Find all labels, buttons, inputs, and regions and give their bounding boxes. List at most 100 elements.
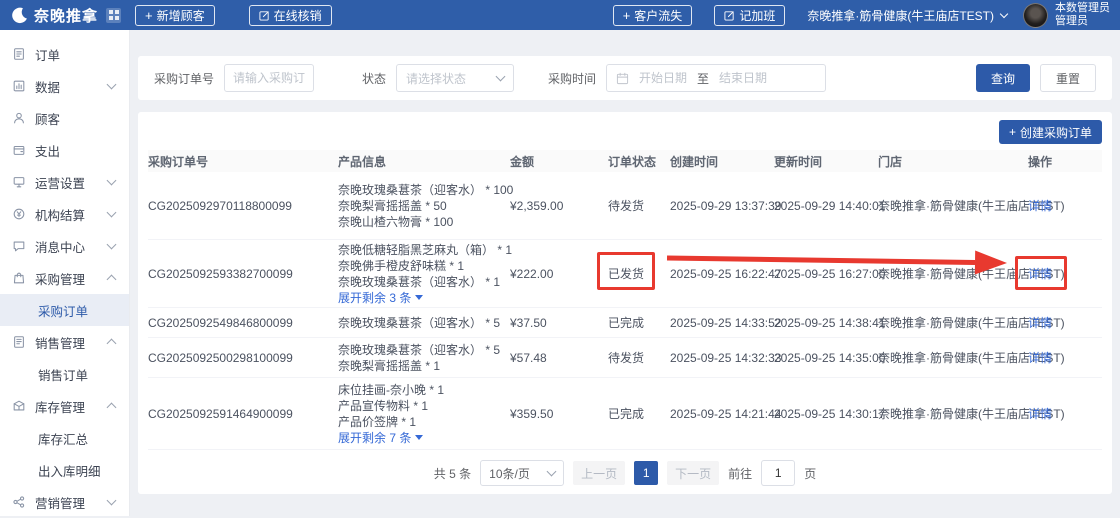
sidebar-subitem-label: 采购订单 <box>38 304 89 319</box>
log-overtime-button[interactable]: 记加班 <box>714 4 786 26</box>
order-no-cell: CG2025092591464900099 <box>148 406 293 421</box>
table-row: CG2025092500298100099 奈晚玫瑰桑葚茶（迎客水） * 5 奈… <box>148 338 1102 378</box>
detail-link[interactable]: 详情 <box>1028 316 1052 330</box>
chevron-down-icon <box>546 466 557 477</box>
search-button[interactable]: 查询 <box>975 64 1030 92</box>
amount-cell: ¥222.00 <box>510 266 554 281</box>
detail-link[interactable]: 详情 <box>1028 267 1052 281</box>
sidebar-item-messages[interactable]: 消息中心 <box>0 230 129 262</box>
sidebar-item-customers[interactable]: 顾客 <box>0 102 129 134</box>
purchase-time-range[interactable]: 至 <box>606 64 827 92</box>
end-date-input[interactable] <box>713 71 774 85</box>
order-status: 已完成 <box>608 316 645 330</box>
sidebar-item-expenses[interactable]: 支出 <box>0 134 129 166</box>
sidebar-item-operations-settings[interactable]: 运营设置 <box>0 166 129 198</box>
sidebar-item-label: 数据 <box>35 80 61 95</box>
person-icon <box>14 112 24 124</box>
created-time-cell: 2025-09-25 16:22:47 <box>670 266 782 281</box>
chevron-down-icon <box>106 79 117 90</box>
customer-churn-label: 客户流失 <box>634 8 683 23</box>
moon-logo-icon <box>12 7 27 23</box>
purchase-time-label: 采购时间 <box>548 71 597 86</box>
product-line: 奈晚玫瑰桑葚茶（迎客水） * 5 <box>338 342 501 357</box>
sidebar-item-data[interactable]: 数据 <box>0 70 129 102</box>
amount-cell: ¥37.50 <box>510 315 547 330</box>
chevron-down-icon <box>495 71 506 82</box>
wallet-icon <box>13 145 25 155</box>
chevron-up-icon <box>106 402 117 413</box>
topbar-right: + 客户流失 记加班 奈晚推拿·筋骨健康(牛王庙店TEST) 本数管理员 管理员 <box>612 2 1110 28</box>
goto-label: 前往 <box>728 466 753 481</box>
sidebar-item-orders[interactable]: 订单 <box>0 38 129 70</box>
sidebar-subitem-inventory-summary[interactable]: 库存汇总 <box>0 422 129 454</box>
sidebar-item-settlement[interactable]: 机构结算 <box>0 198 129 230</box>
yuan-coin-icon <box>13 208 25 220</box>
store-cell: 奈晚推拿·筋骨健康(牛王庙店TEST) <box>878 267 1065 281</box>
calendar-icon <box>616 72 629 84</box>
sidebar-subitem-sales-orders[interactable]: 销售订单 <box>0 358 129 390</box>
order-status: 待发货 <box>608 199 645 213</box>
amount-cell: ¥359.50 <box>510 406 554 421</box>
goto-page-input[interactable] <box>761 460 796 486</box>
create-purchase-order-label: 创建采购订单 <box>1019 125 1092 140</box>
detail-link[interactable]: 详情 <box>1028 351 1052 365</box>
order-no-input[interactable] <box>224 64 315 92</box>
created-time-cell: 2025-09-25 14:21:44 <box>670 406 782 421</box>
chevron-down-icon <box>106 175 117 186</box>
new-customer-label: 新增顾客 <box>156 8 205 23</box>
sidebar-item-inventory-management[interactable]: 库存管理 <box>0 390 129 422</box>
product-line: 奈晚玫瑰桑葚茶（迎客水） * 1 <box>338 274 501 289</box>
chevron-down-icon <box>106 239 117 250</box>
sidebar-item-label: 销售管理 <box>35 336 86 351</box>
store-selector[interactable]: 奈晚推拿·筋骨健康(牛王庙店TEST) <box>807 7 1009 24</box>
prev-page-button[interactable]: 上一页 <box>573 461 626 485</box>
online-verify-button[interactable]: 在线核销 <box>248 4 332 26</box>
store-cell: 奈晚推拿·筋骨健康(牛王庙店TEST) <box>878 199 1065 213</box>
page-number-button[interactable]: 1 <box>634 461 659 485</box>
sidebar-item-purchase-management[interactable]: 采购管理 <box>0 262 129 294</box>
product-line: 奈晚山楂六物膏 * 100 <box>338 214 454 229</box>
new-customer-button[interactable]: + 新增顾客 <box>135 4 215 26</box>
created-time-cell: 2025-09-25 14:32:33 <box>670 350 782 365</box>
col-header-store: 门店 <box>878 154 903 169</box>
chat-bubble-icon <box>13 241 25 252</box>
table-row: CG2025092591464900099 床位挂画-奈小晚 * 1 产品宣传物… <box>148 378 1102 450</box>
user-info: 本数管理员 管理员 <box>1055 2 1110 28</box>
expand-remaining-link[interactable]: 展开剩余 7 条 <box>338 430 502 446</box>
product-info-cell: 奈晚玫瑰桑葚茶（迎客水） * 5 奈晚梨膏摇摇盖 * 1 <box>338 342 510 374</box>
status-select-placeholder: 请选择状态 <box>406 71 467 86</box>
status-select[interactable]: 请选择状态 <box>396 64 515 92</box>
sidebar-item-label: 库存管理 <box>35 400 86 415</box>
amount-cell: ¥57.48 <box>510 350 547 365</box>
goto-suffix-label: 页 <box>804 466 817 481</box>
product-info-cell: 奈晚低糖轻脂黑芝麻丸（箱） * 1 奈晚佛手橙皮舒味糕 * 1 奈晚玫瑰桑葚茶（… <box>338 242 512 306</box>
start-date-input[interactable] <box>633 71 694 85</box>
order-no-cell: CG2025092970118800099 <box>148 198 292 213</box>
order-no-label: 采购订单号 <box>154 71 215 86</box>
sidebar-item-sales-management[interactable]: 销售管理 <box>0 326 129 358</box>
expand-remaining-link[interactable]: 展开剩余 3 条 <box>338 290 502 306</box>
sidebar-item-label: 支出 <box>35 144 61 159</box>
reset-button[interactable]: 重置 <box>1039 64 1096 92</box>
sidebar-item-marketing-management[interactable]: 营销管理 <box>0 486 129 518</box>
order-no-cell: CG2025092593382700099 <box>148 266 293 281</box>
detail-link[interactable]: 详情 <box>1028 407 1052 421</box>
detail-link[interactable]: 详情 <box>1028 199 1052 213</box>
chevron-down-icon <box>106 207 117 218</box>
plus-icon: + <box>1008 125 1016 139</box>
col-header-actions: 操作 <box>1028 154 1053 169</box>
col-header-status: 订单状态 <box>608 154 657 169</box>
customer-churn-button[interactable]: + 客户流失 <box>612 4 693 26</box>
expand-remaining-label: 展开剩余 3 条 <box>338 290 412 305</box>
order-no-cell: CG2025092549846800099 <box>148 315 293 330</box>
filter-bar: 采购订单号 状态 请选择状态 采购时间 至 查询 重置 <box>138 56 1112 100</box>
page-size-label: 10条/页 <box>489 466 530 481</box>
pagination-total: 共 5 条 <box>433 466 472 481</box>
sidebar-subitem-purchase-orders[interactable]: 采购订单 <box>0 294 129 326</box>
create-purchase-order-button[interactable]: + 创建采购订单 <box>998 120 1102 144</box>
sidebar-subitem-stock-in-out-detail[interactable]: 出入库明细 <box>0 454 129 486</box>
next-page-button[interactable]: 下一页 <box>667 461 720 485</box>
table-toolbar: + 创建采购订单 <box>148 120 1102 144</box>
avatar[interactable] <box>1023 2 1048 28</box>
page-size-select[interactable]: 10条/页 <box>480 460 565 486</box>
